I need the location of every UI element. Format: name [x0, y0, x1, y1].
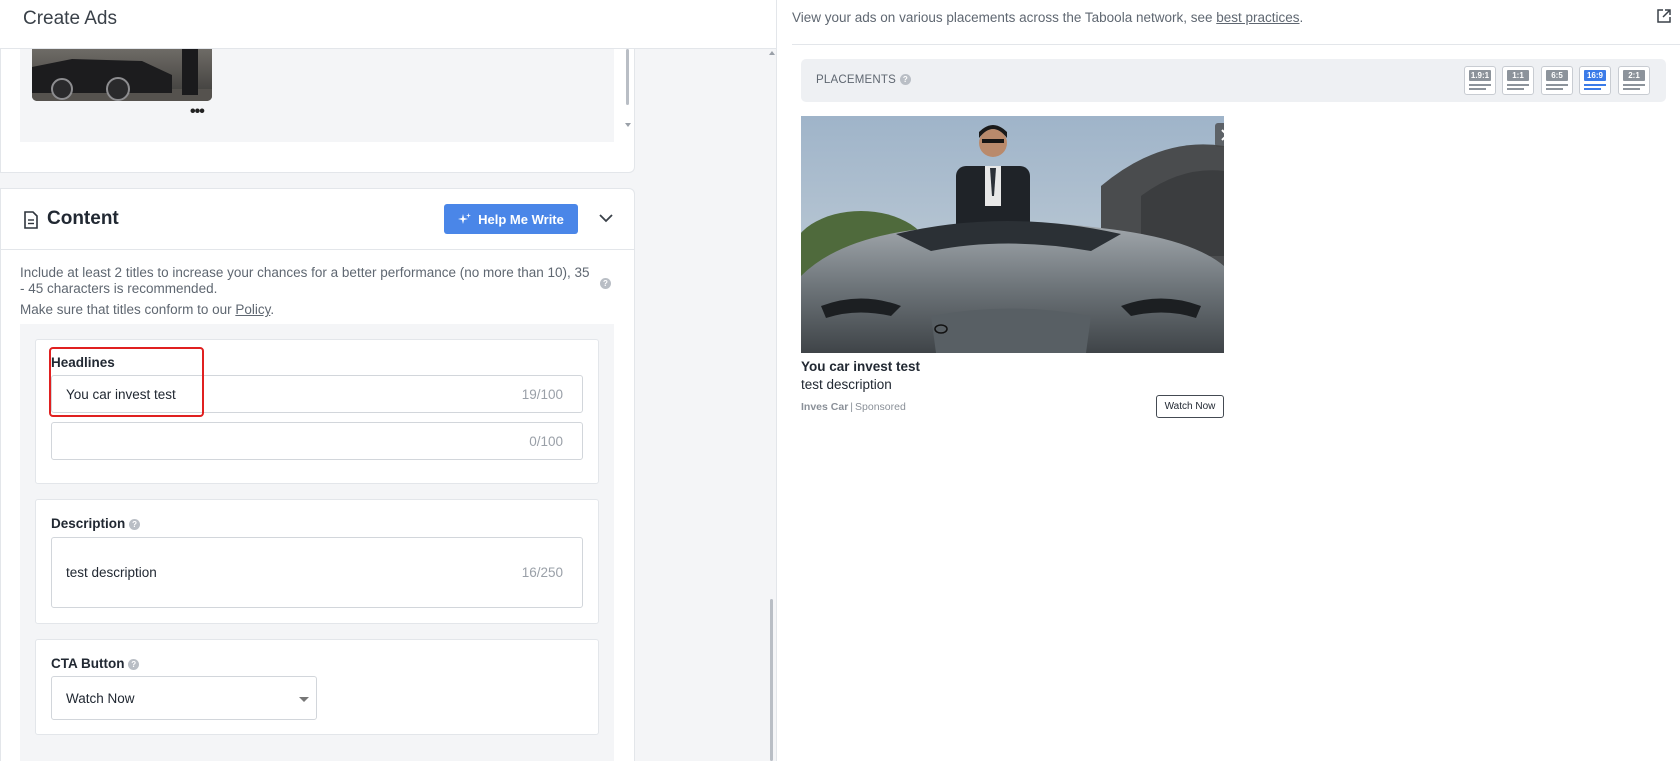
caret-down-icon: [299, 697, 309, 702]
preview-note: View your ads on various placements acro…: [792, 10, 1304, 25]
placements-bar: PLACEMENTS? 1.9:1 1:1 6:5 16:9 2:1: [801, 59, 1666, 102]
headline-input-1-value: You car invest test: [66, 387, 176, 402]
description-counter: 16/250: [521, 565, 563, 580]
preview-divider: [792, 44, 1680, 45]
ad-title: You car invest test: [801, 359, 921, 374]
media-card: •••: [0, 49, 635, 173]
ad-preview-card: You car invest test test description Inv…: [801, 116, 1224, 421]
ad-branding: Inves Car | Sponsored: [801, 401, 906, 413]
description-help-icon[interactable]: ?: [129, 518, 141, 530]
media-more-icon[interactable]: •••: [190, 103, 205, 121]
sparkle-icon: [458, 212, 472, 224]
description-card: Description ? test description 16/250: [35, 499, 599, 624]
headline-input-2-counter: 0/100: [529, 434, 563, 449]
document-icon: [24, 211, 38, 229]
external-link-icon[interactable]: [1656, 8, 1672, 24]
content-info-text: Include at least 2 titles to increase yo…: [20, 265, 590, 296]
best-practices-link[interactable]: best practices: [1216, 10, 1299, 25]
content-section-title: Content: [47, 208, 119, 229]
policy-link[interactable]: Policy: [235, 302, 270, 317]
description-input[interactable]: test description 16/250: [51, 537, 583, 608]
editor-scrollbar[interactable]: [768, 49, 776, 761]
headline-input-1[interactable]: You car invest test 19/100: [51, 375, 583, 413]
editor-scrollbar-thumb[interactable]: [770, 599, 773, 761]
cta-select[interactable]: Watch Now: [51, 676, 317, 720]
scroll-down-arrow-icon[interactable]: [625, 123, 631, 127]
content-section: Content Help Me Write Include at least 2…: [0, 188, 635, 761]
help-icon[interactable]: ?: [600, 275, 611, 293]
sponsored-label: Sponsored: [855, 401, 906, 413]
close-icon[interactable]: [1215, 123, 1224, 147]
ad-cta-button[interactable]: Watch Now: [1156, 395, 1224, 418]
preview-pane: View your ads on various placements acro…: [776, 0, 1680, 761]
ratio-16-9-button[interactable]: 16:9: [1579, 66, 1611, 95]
help-me-write-button[interactable]: Help Me Write: [444, 204, 578, 234]
media-list: •••: [20, 49, 631, 142]
ad-brand-name: Inves Car: [801, 401, 849, 413]
headlines-card: Headlines You car invest test 19/100 0/1…: [35, 339, 599, 484]
cta-help-icon[interactable]: ?: [128, 658, 140, 670]
ratio-1-9-1-button[interactable]: 1.9:1: [1464, 66, 1496, 95]
chevron-down-icon[interactable]: [597, 209, 615, 227]
cta-select-value: Watch Now: [66, 691, 135, 706]
placements-label: PLACEMENTS?: [816, 74, 911, 86]
ratio-1-1-button[interactable]: 1:1: [1502, 66, 1534, 95]
help-me-write-label: Help Me Write: [478, 211, 564, 227]
content-fields: Headlines You car invest test 19/100 0/1…: [20, 324, 614, 761]
page-header: Create Ads: [0, 0, 776, 49]
media-thumbnail[interactable]: [32, 49, 212, 101]
cta-label: CTA Button ?: [51, 656, 140, 671]
headlines-label: Headlines: [51, 355, 115, 370]
description-value: test description: [66, 565, 157, 580]
content-section-header: Content Help Me Write: [1, 189, 634, 250]
media-scrollbar-thumb[interactable]: [626, 49, 629, 105]
ad-editor-pane: Create Ads ••• Content Help Me Write Inc…: [0, 0, 776, 761]
page-title: Create Ads: [23, 8, 117, 29]
headline-input-1-counter: 19/100: [521, 387, 563, 402]
headline-input-2[interactable]: 0/100: [51, 422, 583, 460]
media-scrollbar[interactable]: [624, 49, 632, 139]
description-label: Description ?: [51, 516, 141, 531]
placements-help-icon[interactable]: ?: [899, 74, 911, 86]
ratio-2-1-button[interactable]: 2:1: [1618, 66, 1650, 95]
policy-note: Make sure that titles conform to our Pol…: [20, 302, 275, 317]
ad-image[interactable]: [801, 116, 1224, 353]
ad-description: test description: [801, 377, 892, 392]
scroll-up-arrow-icon[interactable]: [769, 51, 775, 55]
ratio-6-5-button[interactable]: 6:5: [1541, 66, 1573, 95]
cta-card: CTA Button ? Watch Now: [35, 639, 599, 735]
